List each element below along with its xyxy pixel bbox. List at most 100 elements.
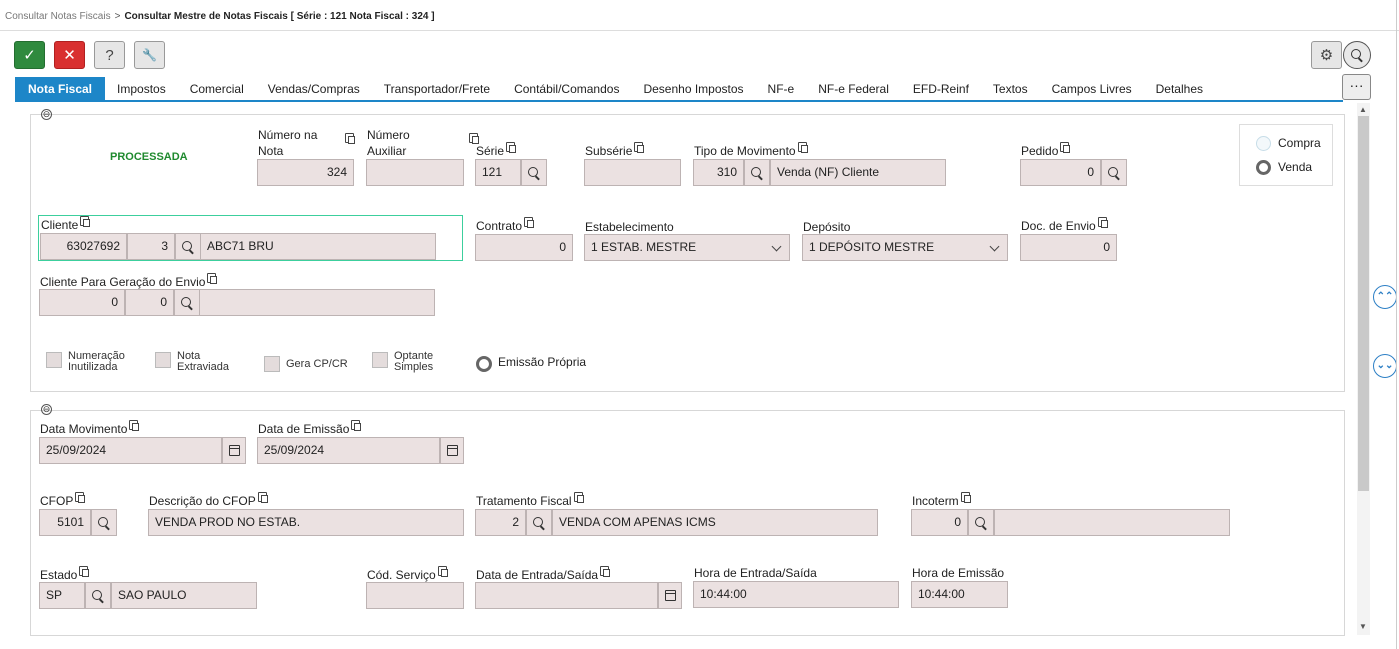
help-button[interactable]: ? xyxy=(94,41,125,69)
cliente-code-field[interactable]: 63027692 xyxy=(40,233,127,260)
data-entrada-saida-calendar-button[interactable] xyxy=(658,582,682,609)
serie-field[interactable]: 121 xyxy=(475,159,521,186)
tab-campos-livres[interactable]: Campos Livres xyxy=(1040,77,1144,101)
copy-icon[interactable] xyxy=(469,133,480,144)
pedido-search-button[interactable] xyxy=(1101,159,1127,186)
tab-vendas-compras[interactable]: Vendas/Compras xyxy=(256,77,372,101)
tratamento-fiscal-search-button[interactable] xyxy=(526,509,552,536)
emissao-propria-label: Emissão Própria xyxy=(498,355,587,369)
cliente-number-field[interactable]: 3 xyxy=(127,233,175,260)
data-entrada-saida-field[interactable] xyxy=(475,582,658,609)
radio-venda[interactable] xyxy=(1256,160,1271,175)
breadcrumb-parent[interactable]: Consultar Notas Fiscais xyxy=(5,11,111,22)
scroll-top-button[interactable]: ⌃⌃ xyxy=(1373,285,1397,309)
doc-envio-field[interactable]: 0 xyxy=(1020,234,1117,261)
pedido-field[interactable]: 0 xyxy=(1020,159,1101,186)
numero-aux-field[interactable] xyxy=(366,159,464,186)
cliente-envio-code-field[interactable]: 0 xyxy=(39,289,125,316)
confirm-button[interactable]: ✓ xyxy=(14,41,45,69)
nota-extraviada-checkbox[interactable] xyxy=(155,352,171,368)
collapse-icon-section1[interactable]: ⊖ xyxy=(41,109,52,120)
estabelecimento-select[interactable]: 1 ESTAB. MESTRE xyxy=(584,234,790,261)
tools-button[interactable]: 🔧 xyxy=(134,41,165,69)
estado-name-field[interactable]: SAO PAULO xyxy=(111,582,257,609)
subserie-field[interactable] xyxy=(584,159,681,186)
scroll-down-arrow-icon[interactable]: ▼ xyxy=(1359,622,1367,631)
data-emissao-field[interactable]: 25/09/2024 xyxy=(257,437,440,464)
tab-nfe[interactable]: NF-e xyxy=(756,77,807,101)
copy-icon[interactable] xyxy=(960,492,971,503)
numeracao-inutilizada-checkbox[interactable] xyxy=(46,352,62,368)
tipo-movimento-code-field[interactable]: 310 xyxy=(693,159,744,186)
cliente-name-field[interactable]: ABC71 BRU xyxy=(200,233,436,260)
incoterm-search-button[interactable] xyxy=(968,509,994,536)
copy-icon[interactable] xyxy=(79,566,90,577)
estado-code-field[interactable]: SP xyxy=(39,582,85,609)
copy-icon[interactable] xyxy=(129,420,140,431)
numero-nota-field[interactable]: 324 xyxy=(257,159,354,186)
copy-icon[interactable] xyxy=(506,142,517,153)
tipo-movimento-search-button[interactable] xyxy=(744,159,770,186)
deposito-select[interactable]: 1 DEPÓSITO MESTRE xyxy=(802,234,1008,261)
tab-nota-fiscal[interactable]: Nota Fiscal xyxy=(15,77,106,101)
numero-aux-label: Número Auxiliar xyxy=(367,128,410,158)
serie-label: Série xyxy=(476,142,517,158)
cliente-envio-number-field[interactable]: 0 xyxy=(125,289,174,316)
tab-desenho-impostos[interactable]: Desenho Impostos xyxy=(631,77,755,101)
emissao-propria-radio[interactable] xyxy=(476,356,492,372)
tab-detalhes[interactable]: Detalhes xyxy=(1144,77,1215,101)
copy-icon[interactable] xyxy=(600,566,611,577)
tab-transportador-frete[interactable]: Transportador/Frete xyxy=(372,77,502,101)
optante-simples-checkbox[interactable] xyxy=(372,352,388,368)
copy-icon[interactable] xyxy=(207,273,218,284)
copy-icon[interactable] xyxy=(345,133,355,144)
data-movimento-calendar-button[interactable] xyxy=(222,437,246,464)
copy-icon[interactable] xyxy=(257,492,268,503)
copy-icon[interactable] xyxy=(524,217,535,228)
scroll-bottom-button[interactable]: ⌄⌄ xyxy=(1373,354,1397,378)
incoterm-desc-field[interactable] xyxy=(994,509,1230,536)
copy-icon[interactable] xyxy=(75,492,86,503)
data-emissao-calendar-button[interactable] xyxy=(440,437,464,464)
copy-icon[interactable] xyxy=(437,566,448,577)
hora-emissao-field[interactable]: 10:44:00 xyxy=(911,581,1008,608)
hora-entrada-saida-field[interactable]: 10:44:00 xyxy=(693,581,899,608)
cod-servico-field[interactable] xyxy=(366,582,464,609)
scrollbar-thumb[interactable] xyxy=(1358,116,1369,491)
copy-icon[interactable] xyxy=(1097,217,1108,228)
tab-comercial[interactable]: Comercial xyxy=(178,77,256,101)
copy-icon[interactable] xyxy=(80,216,91,227)
cfop-field[interactable]: 5101 xyxy=(39,509,91,536)
scroll-up-arrow-icon[interactable]: ▲ xyxy=(1359,105,1367,114)
descricao-cfop-field[interactable]: VENDA PROD NO ESTAB. xyxy=(148,509,464,536)
gera-cpcr-checkbox[interactable] xyxy=(264,356,280,372)
tab-impostos[interactable]: Impostos xyxy=(105,77,178,101)
incoterm-code-field[interactable]: 0 xyxy=(911,509,968,536)
contrato-field[interactable]: 0 xyxy=(475,234,573,261)
cfop-search-button[interactable] xyxy=(91,509,117,536)
estado-search-button[interactable] xyxy=(85,582,111,609)
copy-icon[interactable] xyxy=(351,420,362,431)
copy-icon[interactable] xyxy=(1060,142,1071,153)
radio-compra[interactable] xyxy=(1256,136,1271,151)
tab-textos[interactable]: Textos xyxy=(981,77,1040,101)
tratamento-fiscal-code-field[interactable]: 2 xyxy=(475,509,526,536)
copy-icon[interactable] xyxy=(634,142,645,153)
more-tabs-button[interactable]: ··· xyxy=(1342,74,1371,100)
cliente-search-button[interactable] xyxy=(175,233,201,260)
copy-icon[interactable] xyxy=(573,492,584,503)
cliente-envio-search-button[interactable] xyxy=(174,289,200,316)
tab-nfe-federal[interactable]: NF-e Federal xyxy=(806,77,901,101)
tab-efd-reinf[interactable]: EFD-Reinf xyxy=(901,77,981,101)
tipo-movimento-desc-field[interactable]: Venda (NF) Cliente xyxy=(770,159,946,186)
cancel-button[interactable]: ✕ xyxy=(54,41,85,69)
settings-button[interactable]: ⚙ xyxy=(1311,41,1342,69)
cliente-envio-name-field[interactable] xyxy=(199,289,435,316)
tratamento-fiscal-desc-field[interactable]: VENDA COM APENAS ICMS xyxy=(552,509,878,536)
copy-icon[interactable] xyxy=(797,142,808,153)
serie-search-button[interactable] xyxy=(521,159,547,186)
collapse-icon-section2[interactable]: ⊖ xyxy=(41,404,52,415)
search-button[interactable] xyxy=(1343,41,1371,69)
tab-contabil-comandos[interactable]: Contábil/Comandos xyxy=(502,77,631,101)
data-movimento-field[interactable]: 25/09/2024 xyxy=(39,437,222,464)
